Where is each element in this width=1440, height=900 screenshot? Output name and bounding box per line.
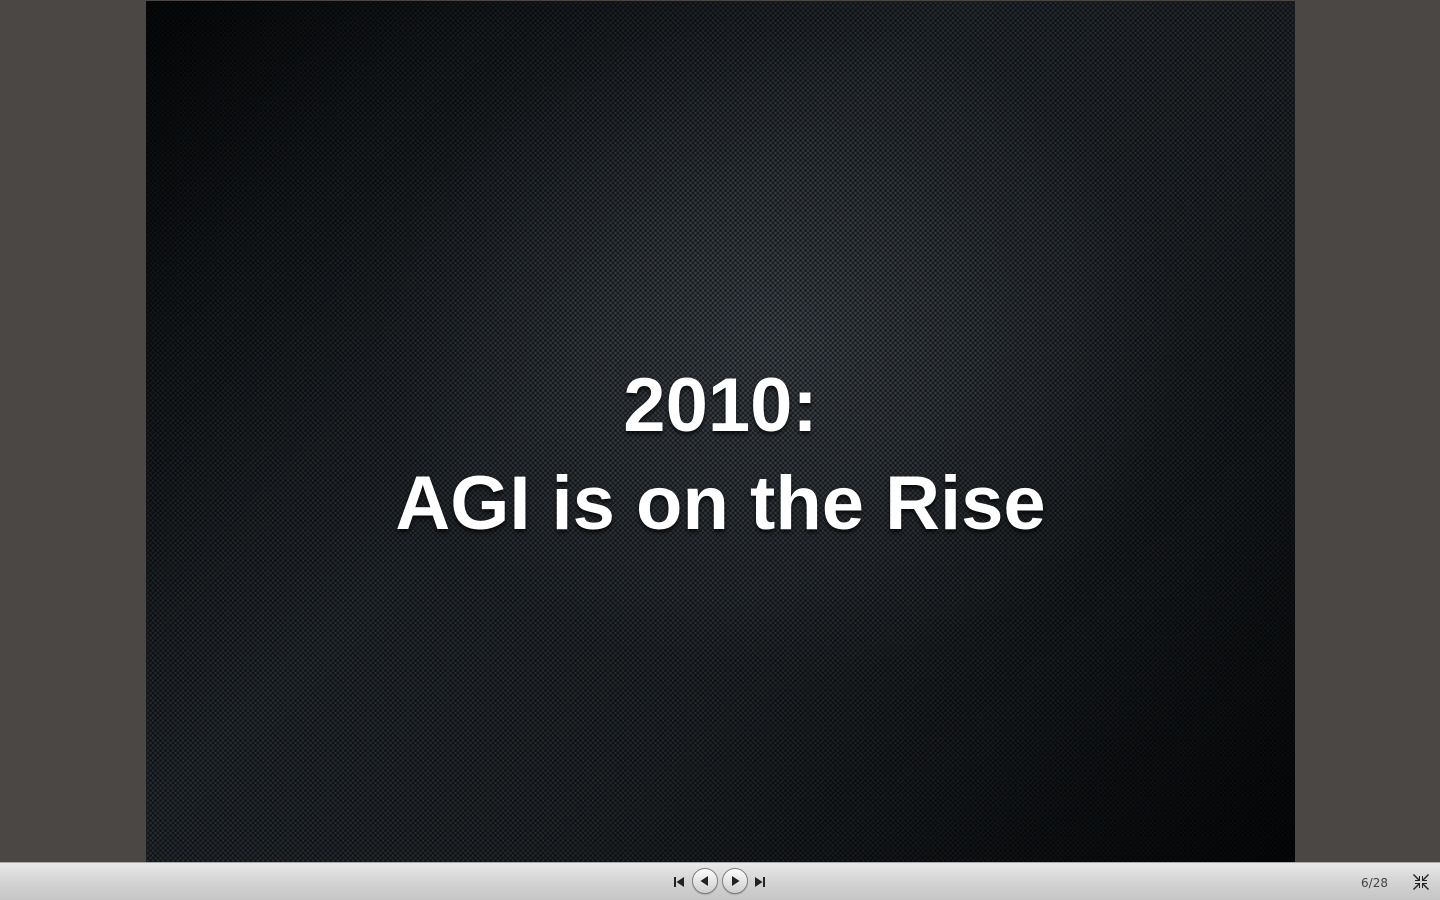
last-slide-button[interactable] xyxy=(752,874,768,890)
previous-slide-button[interactable] xyxy=(692,868,718,894)
slide-title: 2010: AGI is on the Rise xyxy=(146,357,1295,553)
skip-to-last-icon xyxy=(755,877,765,887)
playback-toolbar: 6/28 xyxy=(0,862,1440,900)
slide[interactable]: 2010: AGI is on the Rise xyxy=(146,1,1295,862)
previous-slide-icon xyxy=(700,876,708,886)
page-counter: 6/28 xyxy=(1361,876,1388,890)
exit-fullscreen-icon xyxy=(1413,874,1429,890)
skip-to-first-icon xyxy=(674,877,684,887)
next-slide-icon xyxy=(732,876,740,886)
next-slide-button[interactable] xyxy=(722,868,748,894)
first-slide-button[interactable] xyxy=(671,874,687,890)
slide-title-line-2: AGI is on the Rise xyxy=(395,461,1046,546)
presentation-stage: 2010: AGI is on the Rise xyxy=(0,0,1440,862)
exit-fullscreen-button[interactable] xyxy=(1412,873,1430,891)
slide-title-line-1: 2010: xyxy=(623,363,818,448)
